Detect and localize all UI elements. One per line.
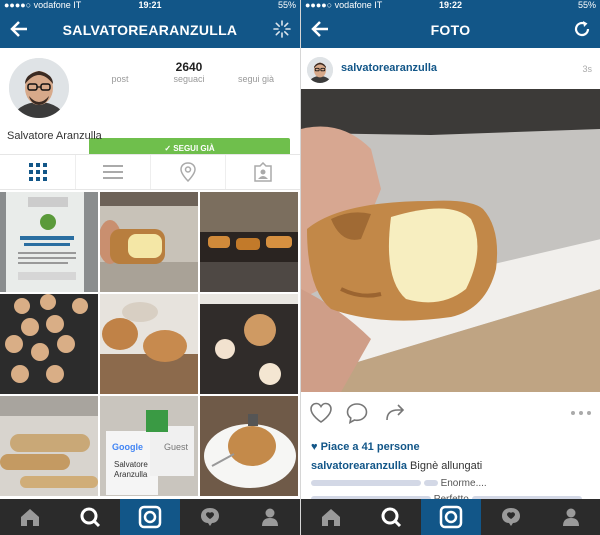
camera-icon[interactable] — [120, 499, 180, 535]
tagged-person-icon[interactable] — [225, 155, 300, 189]
comment-row: Enorme.... — [311, 478, 487, 489]
location-pin-icon[interactable] — [150, 155, 225, 189]
grid-photo-poster[interactable] — [0, 192, 98, 292]
page-title: FOTO — [430, 22, 471, 38]
posts-count — [90, 60, 150, 74]
post-caption: salvatorearanzulla Bignè allungati — [311, 460, 596, 472]
bottom-tab-bar — [0, 499, 300, 535]
search-icon[interactable] — [361, 499, 421, 535]
clock-text: 19:21 — [138, 0, 162, 10]
list-icon[interactable] — [75, 155, 150, 189]
like-heart-icon[interactable] — [309, 402, 333, 424]
followers-label: seguaci — [173, 74, 205, 84]
badge-name-line2: Aranzulla — [114, 470, 148, 479]
comment-text: Enorme.... — [440, 478, 487, 489]
post-username[interactable]: salvatorearanzulla — [341, 62, 437, 74]
home-icon[interactable] — [0, 499, 60, 535]
grid-photo-cream-pastry[interactable] — [100, 192, 198, 292]
photo-screen: ●●●●○ vodafone IT 19:22 55% FOTO salvato… — [300, 0, 600, 535]
nav-bar: FOTO — [301, 11, 600, 48]
posts-stat[interactable]: post — [90, 60, 150, 84]
battery-text: 55% — [277, 0, 296, 10]
avatar[interactable] — [9, 58, 69, 118]
grid-photo-baking-tray[interactable] — [200, 294, 298, 394]
following-label: segui già — [237, 74, 275, 84]
avatar[interactable] — [307, 57, 333, 83]
following-count — [226, 60, 286, 74]
grid-photo-dough-balls[interactable] — [0, 294, 98, 394]
profile-icon[interactable] — [240, 499, 300, 535]
comment-bubble-icon[interactable] — [345, 402, 369, 425]
badge-google-text: Google — [112, 442, 143, 452]
profile-stats: post 2640 seguaci segui già — [90, 60, 290, 84]
grid-icon[interactable] — [0, 155, 75, 189]
likes-count[interactable]: ♥ Piace a 41 persone — [311, 441, 420, 453]
status-bar: ●●●●○ vodafone IT 19:22 55% — [301, 0, 600, 11]
following-stat[interactable]: segui già — [226, 60, 286, 84]
badge-name-line1: Salvatore — [114, 460, 148, 469]
nav-bar: SALVATOREARANZULLA — [0, 11, 300, 48]
blurred-text — [423, 480, 438, 487]
battery-text: 55% — [577, 0, 596, 10]
back-arrow-icon[interactable] — [8, 18, 30, 40]
grid-photo-eclairs[interactable] — [0, 396, 98, 496]
clock-text: 19:22 — [438, 0, 463, 10]
badge-guest-text: Guest — [164, 442, 189, 452]
profile-icon[interactable] — [541, 499, 600, 535]
blurred-username — [311, 480, 421, 487]
loading-spinner-icon — [272, 19, 292, 39]
caption-username[interactable]: salvatorearanzulla — [311, 460, 407, 472]
post-actions — [301, 398, 600, 426]
post-photo[interactable] — [301, 89, 600, 392]
grid-photo-choux-buns[interactable] — [100, 294, 198, 394]
posts-label: post — [111, 74, 129, 84]
post-header: salvatorearanzulla 3s — [301, 48, 600, 89]
home-icon[interactable] — [301, 499, 361, 535]
page-title: SALVATOREARANZULLA — [62, 22, 238, 38]
grid-photo-oven[interactable] — [200, 192, 298, 292]
bottom-tab-bar — [301, 499, 600, 535]
profile-full-name: Salvatore Aranzulla — [7, 130, 102, 142]
search-icon[interactable] — [60, 499, 120, 535]
grid-photo-google-guest-badge[interactable]: Google Guest Salvatore Aranzulla — [100, 396, 198, 496]
share-arrow-icon[interactable] — [383, 402, 407, 424]
more-options-icon[interactable] — [569, 402, 593, 424]
followers-stat[interactable]: 2640 seguaci — [159, 60, 219, 84]
post-timestamp: 3s — [582, 64, 592, 74]
followers-count: 2640 — [175, 60, 203, 74]
caption-text: Bignè allungati — [407, 460, 483, 472]
photo-grid: Google Guest Salvatore Aranzulla — [0, 192, 300, 499]
activity-icon[interactable] — [481, 499, 541, 535]
grid-photo-cream-puff-plate[interactable] — [200, 396, 298, 496]
profile-view-tabs — [0, 154, 300, 190]
profile-screen: ●●●●○ vodafone IT 19:21 55% SALVATOREARA… — [0, 0, 300, 535]
back-arrow-icon[interactable] — [309, 18, 331, 40]
camera-icon[interactable] — [421, 499, 481, 535]
status-bar: ●●●●○ vodafone IT 19:21 55% — [0, 0, 300, 11]
refresh-icon[interactable] — [572, 19, 592, 39]
activity-icon[interactable] — [180, 499, 240, 535]
